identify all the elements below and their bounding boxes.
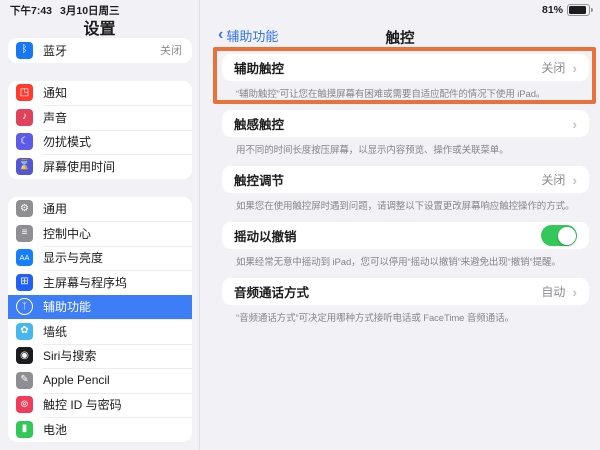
sidebar-item-label: 蓝牙	[43, 42, 160, 59]
sidebar-item-screen-time[interactable]: ⌛ 屏幕使用时间	[8, 154, 192, 179]
sidebar-card: ⚙ 通用 ≡ 控制中心 AA 显示与亮度 ⊞ 主屏幕与程序坞 ᛉ 辅助功能 ✿ 墙纸 ◉ Siri与搜索 ✎…	[8, 197, 192, 442]
sidebar-item-label: 通用	[43, 200, 182, 217]
do-not-disturb-icon: ☾	[16, 133, 33, 150]
setting-footnote: 用不同的时间长度按压屏幕，以显示内容预览、操作或关联菜单。	[222, 137, 589, 156]
sidebar-item-bluetooth[interactable]: ᛒ 蓝牙关闭	[8, 38, 192, 63]
sidebar-item-label: 主屏幕与程序坞	[43, 274, 182, 291]
sidebar-item-wallpaper[interactable]: ✿ 墙纸	[8, 319, 192, 344]
setting-label: 辅助触控	[234, 58, 541, 77]
sidebar-item-value: 关闭	[160, 42, 182, 58]
sidebar-item-siri[interactable]: ◉ Siri与搜索	[8, 344, 192, 369]
status-bar: 下午7:43 3月10日周三 81%	[0, 0, 600, 20]
chevron-right-icon: ›	[572, 284, 577, 300]
accessibility-icon: ᛉ	[16, 298, 33, 315]
setting-label: 触感触控	[234, 114, 572, 133]
home-screen-dock-icon: ⊞	[16, 274, 33, 291]
sidebar-item-control-center[interactable]: ≡ 控制中心	[8, 221, 192, 246]
sidebar-item-label: Apple Pencil	[43, 373, 182, 387]
sidebar-card: ◳ 通知 ♪ 声音 ☾ 勿扰模式 ⌛ 屏幕使用时间	[8, 81, 192, 179]
battery-percent: 81%	[542, 4, 563, 16]
sidebar-item-label: 勿扰模式	[43, 133, 182, 150]
sounds-icon: ♪	[16, 109, 33, 126]
setting-footnote: 如果经常无意中摇动到 iPad，您可以停用“摇动以撤销”来避免出现“撤销”提醒。	[222, 249, 589, 268]
chevron-right-icon: ›	[572, 116, 577, 132]
settings-sidebar: 设置 ᛒ蓝牙关闭◳通知♪声音☾勿扰模式⌛屏幕使用时间⚙通用≡控制中心AA显示与亮…	[0, 0, 200, 450]
setting-value: 关闭	[541, 171, 565, 188]
setting-footnote: 如果您在使用触控屏时遇到问题，请调整以下设置更改屏幕响应触控操作的方式。	[222, 193, 589, 212]
setting-row-触控调节[interactable]: 触控调节关闭 ›	[222, 166, 589, 193]
setting-label: 摇动以撤销	[234, 226, 541, 245]
page-title: 触控	[200, 27, 600, 48]
setting-group: 音频通话方式自动 › “音频通话方式”可决定用哪种方式接听电话或 FaceTime …	[222, 278, 589, 324]
toggle-knob	[558, 227, 576, 245]
wallpaper-icon: ✿	[16, 323, 33, 340]
sidebar-item-notifications[interactable]: ◳ 通知	[8, 81, 192, 106]
status-date: 3月10日周三	[60, 3, 120, 18]
sidebar-card: ᛒ 蓝牙关闭	[8, 38, 192, 63]
setting-row-摇动以撤销[interactable]: 摇动以撤销	[222, 222, 589, 249]
control-center-icon: ≡	[16, 225, 33, 242]
sidebar-item-general[interactable]: ⚙ 通用	[8, 197, 192, 222]
setting-group: 摇动以撤销如果经常无意中摇动到 iPad，您可以停用“摇动以撤销”来避免出现“撤…	[222, 222, 589, 268]
apple-pencil-icon: ✎	[16, 372, 33, 389]
sidebar-item-home-screen-dock[interactable]: ⊞ 主屏幕与程序坞	[8, 270, 192, 295]
sidebar-item-label: Siri与搜索	[43, 347, 182, 364]
setting-group: 辅助触控关闭 › “辅助触控”可让您在触摸屏幕有困难或需要自适应配件的情况下使用 i…	[222, 54, 589, 100]
settings-group-list: 辅助触控关闭›“辅助触控”可让您在触摸屏幕有困难或需要自适应配件的情况下使用 i…	[222, 54, 589, 334]
sidebar-item-accessibility[interactable]: ᛉ 辅助功能	[8, 295, 192, 320]
setting-footnote: “音频通话方式”可决定用哪种方式接听电话或 FaceTime 音频通话。	[222, 305, 589, 324]
sidebar-item-label: 辅助功能	[43, 298, 182, 315]
touch-id-icon: ⊚	[16, 396, 33, 413]
sidebar-item-apple-pencil[interactable]: ✎ Apple Pencil	[8, 368, 192, 393]
sidebar-item-do-not-disturb[interactable]: ☾ 勿扰模式	[8, 130, 192, 155]
bluetooth-icon: ᛒ	[16, 42, 33, 59]
screen-time-icon: ⌛	[16, 158, 33, 175]
general-icon: ⚙	[16, 200, 33, 217]
siri-icon: ◉	[16, 347, 33, 364]
chevron-right-icon: ›	[572, 60, 577, 76]
sidebar-item-touch-id[interactable]: ⊚ 触控 ID 与密码	[8, 393, 192, 418]
setting-row-辅助触控[interactable]: 辅助触控关闭 ›	[222, 54, 589, 81]
chevron-right-icon: ›	[572, 172, 577, 188]
ipad-settings-screen: 下午7:43 3月10日周三 81% 设置 ᛒ蓝牙关闭◳通知♪声音☾勿扰模式⌛屏…	[0, 0, 600, 450]
display-brightness-icon: AA	[16, 249, 33, 266]
setting-group: 触感触控›用不同的时间长度按压屏幕，以显示内容预览、操作或关联菜单。	[222, 110, 589, 156]
sidebar-item-label: 声音	[43, 109, 182, 126]
battery-app-icon: ▮	[16, 421, 33, 438]
touch-settings-panel: ‹ 辅助功能 触控 辅助触控关闭›“辅助触控”可让您在触摸屏幕有困难或需要自适应…	[200, 20, 600, 450]
toggle-switch[interactable]	[541, 225, 577, 246]
setting-row-触感触控[interactable]: 触感触控›	[222, 110, 589, 137]
sidebar-item-label: 屏幕使用时间	[43, 158, 182, 175]
status-time: 下午7:43	[10, 3, 52, 18]
setting-value: 自动	[541, 283, 565, 300]
sidebar-item-sounds[interactable]: ♪ 声音	[8, 105, 192, 130]
setting-label: 触控调节	[234, 170, 541, 189]
sidebar-item-label: 墙纸	[43, 323, 182, 340]
notifications-icon: ◳	[16, 84, 33, 101]
setting-footnote: “辅助触控”可让您在触摸屏幕有困难或需要自适应配件的情况下使用 iPad。	[222, 81, 589, 100]
sidebar-group-list: ᛒ 蓝牙关闭 ◳ 通知 ♪ 声音 ☾ 勿扰模式 ⌛ 屏幕使用时间 ⚙ 通用 ≡ 控制中心 AA 显示与亮度 ⊞ 主…	[8, 38, 192, 450]
setting-group: 触控调节关闭 › 如果您在使用触控屏时遇到问题，请调整以下设置更改屏幕响应触控操作的…	[222, 166, 589, 212]
sidebar-item-display-brightness[interactable]: AA 显示与亮度	[8, 246, 192, 271]
sidebar-item-label: 显示与亮度	[43, 249, 182, 266]
sidebar-item-label: 通知	[43, 84, 182, 101]
sidebar-item-label: 控制中心	[43, 225, 182, 242]
setting-label: 音频通话方式	[234, 282, 541, 301]
sidebar-item-label: 触控 ID 与密码	[43, 396, 182, 413]
setting-row-音频通话方式[interactable]: 音频通话方式自动 ›	[222, 278, 589, 305]
sidebar-item-label: 电池	[43, 421, 182, 438]
sidebar-item-battery-app[interactable]: ▮ 电池	[8, 417, 192, 442]
setting-value: 关闭	[541, 59, 565, 76]
battery-icon	[567, 4, 590, 16]
